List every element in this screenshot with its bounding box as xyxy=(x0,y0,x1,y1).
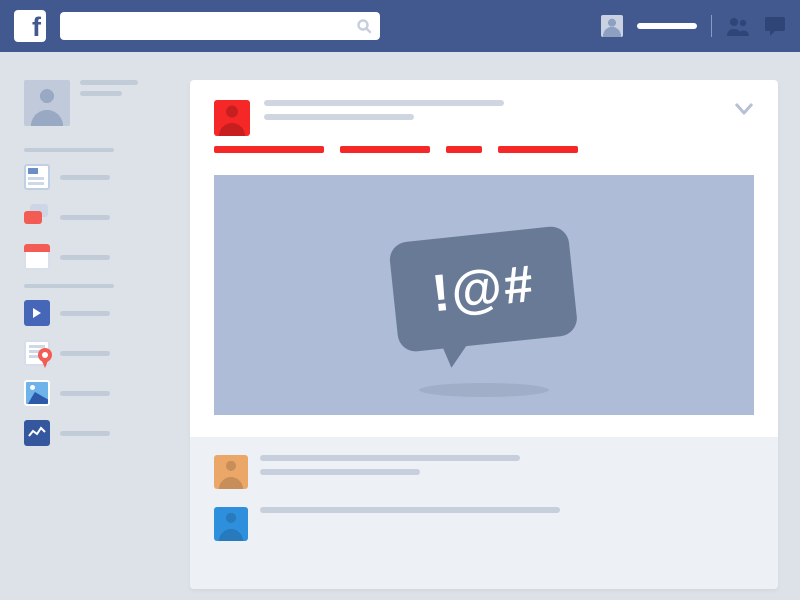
comment-text-placeholder xyxy=(260,455,754,489)
post-card: !@# xyxy=(190,80,778,589)
search-input[interactable] xyxy=(60,12,380,40)
divider xyxy=(711,15,712,37)
post-text-segment xyxy=(214,146,324,153)
sidebar-section-label xyxy=(24,284,114,288)
search-icon xyxy=(356,18,372,34)
profile-card[interactable] xyxy=(24,80,164,126)
user-name-placeholder[interactable] xyxy=(637,23,697,29)
events-icon xyxy=(24,244,50,270)
topbar-right xyxy=(601,15,786,37)
profile-name-placeholder xyxy=(80,80,138,102)
sidebar-item-label xyxy=(60,215,110,220)
bubble-shadow xyxy=(419,383,549,397)
messages-icon[interactable] xyxy=(764,16,786,36)
sidebar-item-events[interactable] xyxy=(24,244,164,270)
comment-row xyxy=(214,455,754,489)
comment-avatar[interactable] xyxy=(214,455,248,489)
main-feed: !@# xyxy=(180,52,800,600)
post-text-segment xyxy=(340,146,430,153)
sidebar-item-label xyxy=(60,311,110,316)
sidebar-item-messages[interactable] xyxy=(24,204,164,230)
user-avatar-mini[interactable] xyxy=(601,15,623,37)
sidebar-item-label xyxy=(60,391,110,396)
post-author-avatar[interactable] xyxy=(214,100,250,136)
speech-bubble: !@# xyxy=(388,225,579,353)
profile-avatar xyxy=(24,80,70,126)
post-text-highlight xyxy=(214,146,754,153)
post-text-segment xyxy=(446,146,482,153)
messages-icon xyxy=(24,204,50,230)
comments-section xyxy=(190,437,778,589)
post-options-chevron-icon[interactable] xyxy=(734,102,754,121)
sidebar-item-analytics[interactable] xyxy=(24,420,164,446)
analytics-icon xyxy=(24,420,50,446)
post-text-segment xyxy=(498,146,578,153)
newsfeed-icon xyxy=(24,164,50,190)
sidebar-item-label xyxy=(60,175,110,180)
comment-text-placeholder xyxy=(260,507,754,541)
post-image[interactable]: !@# xyxy=(214,175,754,415)
sidebar-item-photos[interactable] xyxy=(24,380,164,406)
speech-bubble-text: !@# xyxy=(388,225,579,353)
speech-bubble-tail xyxy=(441,340,474,369)
facebook-logo[interactable]: f xyxy=(14,10,46,42)
friends-icon[interactable] xyxy=(726,16,750,36)
sidebar-item-label xyxy=(60,431,110,436)
sidebar-item-label xyxy=(60,255,110,260)
top-bar: f xyxy=(0,0,800,52)
post-header xyxy=(190,80,778,161)
video-icon xyxy=(24,300,50,326)
post-meta-placeholder xyxy=(264,100,504,136)
sidebar-item-video[interactable] xyxy=(24,300,164,326)
comment-row xyxy=(214,507,754,541)
sidebar-section-label xyxy=(24,148,114,152)
sidebar-item-places[interactable] xyxy=(24,340,164,366)
sidebar-item-newsfeed[interactable] xyxy=(24,164,164,190)
photo-icon xyxy=(24,380,50,406)
doc-pin-icon xyxy=(24,340,50,366)
left-sidebar xyxy=(0,52,180,600)
sidebar-item-label xyxy=(60,351,110,356)
comment-avatar[interactable] xyxy=(214,507,248,541)
